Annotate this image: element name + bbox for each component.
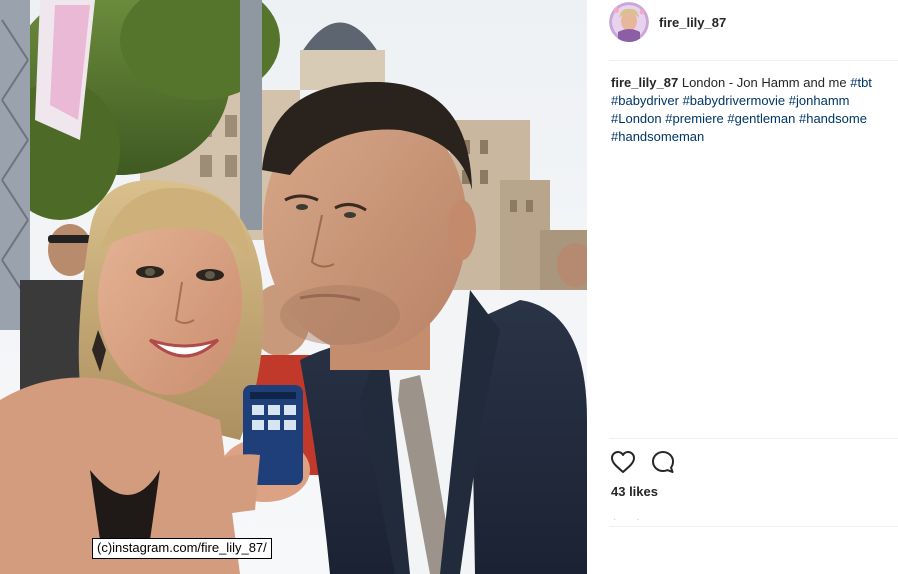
avatar-image <box>609 2 649 42</box>
hashtag-link[interactable]: #babydriver <box>611 93 679 108</box>
comment-button[interactable] <box>649 448 677 476</box>
instagram-post-frame: (c)instagram.com/fire_lily_87/ fire_lily… <box>0 0 898 574</box>
post-header: fire_lily_87 <box>609 2 726 42</box>
hashtag-link[interactable]: #London <box>611 111 662 126</box>
hashtag-link[interactable]: #handsome <box>799 111 867 126</box>
avatar[interactable] <box>609 2 649 42</box>
actions-divider <box>609 438 898 439</box>
caption-text: London - Jon Hamm and me <box>681 75 847 90</box>
like-button[interactable] <box>609 448 637 476</box>
caption-username[interactable]: fire_lily_87 <box>611 75 678 90</box>
post-caption: fire_lily_87 London - Jon Hamm and me #t… <box>611 74 893 146</box>
hashtag-link[interactable]: #premiere <box>665 111 724 126</box>
comment-divider <box>609 526 898 527</box>
hashtag-link[interactable]: #gentleman <box>727 111 795 126</box>
hashtag-link[interactable]: #handsomeman <box>611 129 704 144</box>
speech-bubble-icon <box>652 451 674 473</box>
header-username[interactable]: fire_lily_87 <box>659 15 726 30</box>
copyright-watermark: (c)instagram.com/fire_lily_87/ <box>92 538 272 559</box>
heart-outline-icon <box>611 451 635 473</box>
post-photo[interactable]: (c)instagram.com/fire_lily_87/ <box>0 0 587 574</box>
hashtag-link[interactable]: #jonhamm <box>789 93 850 108</box>
hashtag-link[interactable]: #tbt <box>850 75 872 90</box>
faded-dots: ·· <box>613 514 660 525</box>
hashtag-link[interactable]: #babydrivermovie <box>683 93 786 108</box>
header-divider <box>609 60 898 61</box>
likes-count[interactable]: 43 likes <box>611 484 658 499</box>
post-side-panel: fire_lily_87 fire_lily_87 London - Jon H… <box>587 0 898 574</box>
selfie-photo-illustration <box>0 0 587 574</box>
post-actions <box>609 448 689 476</box>
